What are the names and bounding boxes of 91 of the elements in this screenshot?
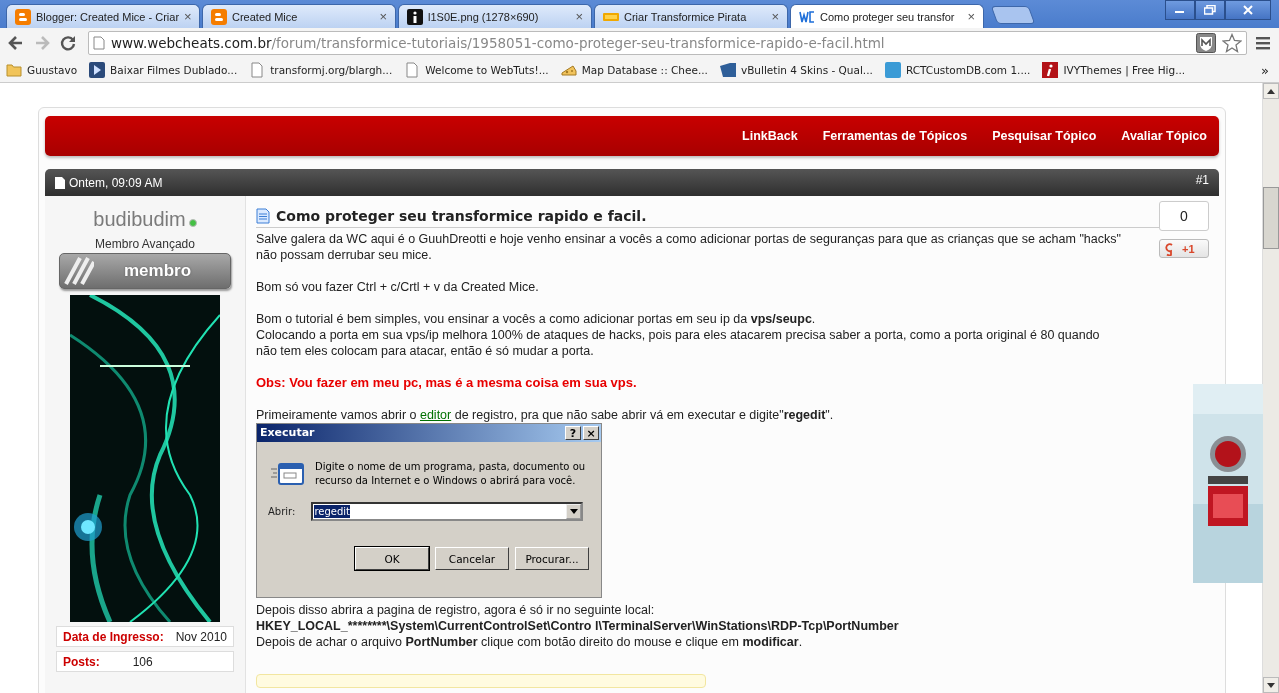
close-tab-button[interactable]: × (575, 9, 583, 24)
arrow-down-icon (1267, 682, 1275, 688)
browser-tab[interactable]: Blogger: Created Mice - Criar × (6, 4, 200, 28)
text-line: não tem eles colocam para atacar, então é só mudar a porta. (256, 343, 594, 359)
shield-icon[interactable] (1196, 33, 1216, 53)
bookmark[interactable]: Baixar Filmes Dublado... (89, 62, 238, 78)
image-file-icon (407, 8, 423, 25)
info-label: Posts: (63, 654, 100, 669)
bookmark[interactable]: IVYThemes | Free Hig... (1042, 62, 1186, 78)
bookmark[interactable]: Map Database :: Chee... (560, 62, 708, 78)
text-line: HKEY_LOCAL_********\System\CurrentControlSet\Contro l\TerminalServer\WinStations\RDP-Tcp\PortNumber (256, 618, 899, 634)
blogger-icon (15, 8, 31, 25)
scroll-up-button[interactable] (1263, 83, 1279, 99)
arrow-up-icon (1267, 88, 1275, 94)
folder-icon (6, 62, 22, 78)
bookmark[interactable]: vBulletin 4 Skins - Qual... (719, 62, 873, 78)
scroll-down-button[interactable] (1263, 677, 1279, 693)
browser-tab[interactable]: Como proteger seu transfor × (790, 4, 984, 28)
nav-link[interactable]: Pesquisar Tópico (992, 129, 1097, 143)
site-icon (719, 62, 736, 78)
editor-link[interactable]: editor (419, 408, 452, 422)
bookmark[interactable]: transformj.org/blargh... (249, 62, 393, 78)
dialog-message: Digite o nome de um programa, pasta, documento ou recurso da Internet e o Windows o abrirá para você. (315, 460, 586, 488)
close-window-button[interactable] (1225, 0, 1271, 20)
page-icon (404, 62, 421, 78)
text-line: Colocando a porta em sua vps/ip melhora 100% de ataques de hacks, pois para eles atacarem precisa saber a porta, como a porta original é 80 quando (256, 327, 1100, 343)
logo-icon (1164, 241, 1174, 256)
open-combo-box[interactable]: regedit (311, 502, 584, 521)
bookmark[interactable]: Guustavo (6, 62, 78, 78)
info-value: Nov 2010 (175, 629, 227, 644)
site-icon (884, 62, 901, 78)
address-bar[interactable]: www.webcheats.com.br/forum/transformice-tutoriais/1958051-como-proteger-seu-transformice-rapido-e-facil.html (88, 31, 1247, 55)
close-tab-button[interactable]: × (379, 9, 387, 24)
new-tab-button[interactable] (990, 6, 1036, 24)
page-icon (93, 36, 105, 50)
rank-badge: membro (59, 253, 231, 289)
blogger-icon (211, 8, 227, 25)
text-line: não possam derrubar seu mice. (256, 247, 432, 263)
stripes-icon (64, 256, 94, 286)
site-icon (1042, 62, 1059, 78)
browser-tab[interactable]: Created Mice × (202, 4, 396, 28)
site-icon (799, 8, 815, 25)
post-date: Ontem, 09:09 AM (69, 175, 164, 190)
bookmark[interactable]: Welcome to WebTuts!... (404, 62, 549, 78)
close-tab-button[interactable]: × (184, 9, 192, 24)
info-label: Data de Ingresso: (63, 629, 164, 644)
nav-link[interactable]: Avaliar Tópico (1121, 129, 1207, 143)
restore-button[interactable] (1195, 0, 1225, 20)
dropdown-arrow-icon (569, 509, 578, 514)
help-button[interactable]: ? (565, 426, 581, 440)
post-number-link[interactable]: #1 (1195, 173, 1209, 187)
dialog-button[interactable]: Cancelar (435, 547, 509, 570)
play-icon (89, 62, 106, 78)
browser-tab[interactable]: Criar Transformice Pirata × (594, 4, 788, 28)
text-line: Primeiramente vamos abrir o (256, 408, 417, 422)
restore-icon (1204, 5, 1216, 15)
plus-one-button[interactable]: +1 (1159, 239, 1209, 258)
warning-text: Obs: Vou fazer em meu pc, mas é a mesma coisa em sua vps. (256, 375, 638, 391)
field-label: Abrir: (268, 504, 296, 519)
close-icon (1242, 5, 1254, 15)
post-title: Como proteger seu transformice rapido e facil. (276, 208, 647, 224)
reload-icon[interactable] (58, 33, 78, 53)
info-value: 106 (132, 654, 153, 669)
dialog-button[interactable]: Procurar... (515, 547, 589, 570)
browser-tab[interactable]: l1S0E.png (1278×690) × (398, 4, 592, 28)
text-line: Bom só vou fazer Ctrl + c/Crtl + v da Created Mice. (256, 279, 539, 295)
nav-link[interactable]: Ferramentas de Tópicos (822, 129, 968, 143)
scroll-thumb[interactable] (1263, 187, 1279, 249)
text-line: Depois disso abrira a pagina de registro, agora é só ir no seguinte local: (256, 602, 655, 618)
scrollbar[interactable] (1262, 83, 1279, 693)
dialog-button[interactable]: OK (355, 547, 429, 570)
text-line: Depois de achar o arquivo PortNumber clique com botão direito do mouse e clique em modificar. (256, 634, 803, 650)
user-rank: Membro Avançado (95, 237, 195, 251)
window-icon (271, 461, 305, 487)
document-icon (55, 176, 65, 189)
page-icon (249, 62, 266, 78)
star-icon[interactable] (1222, 33, 1242, 53)
close-button[interactable]: × (583, 426, 599, 440)
share-count: 0 (1159, 201, 1209, 231)
more-bookmarks-button[interactable]: » (1261, 62, 1269, 78)
nav-link[interactable]: LinkBack (742, 129, 798, 143)
close-tab-button[interactable]: × (967, 9, 975, 24)
minimize-button[interactable] (1165, 0, 1195, 20)
text-line: Bom o tutorial é bem simples, vou ensinar a vocês a como adicionar portas em seu ip da vps/seupc. (256, 311, 816, 327)
bookmark[interactable]: RCTCustomDB.com 1.... (884, 62, 1031, 78)
text-line: Salve galera da WC aqui é o GuuhDreotti e hoje venho ensinar a vocês a como adicionar portas de seguranças para que as crianças que se acham "hacks" (256, 231, 1121, 247)
username-link[interactable]: budibudim (93, 208, 186, 231)
document-icon (256, 208, 270, 224)
close-tab-button[interactable]: × (771, 9, 779, 24)
dialog-title: Executar (260, 426, 315, 440)
text-line: de registro, pra que não sabe abrir vá em executar e digite"regedit". (454, 408, 834, 422)
